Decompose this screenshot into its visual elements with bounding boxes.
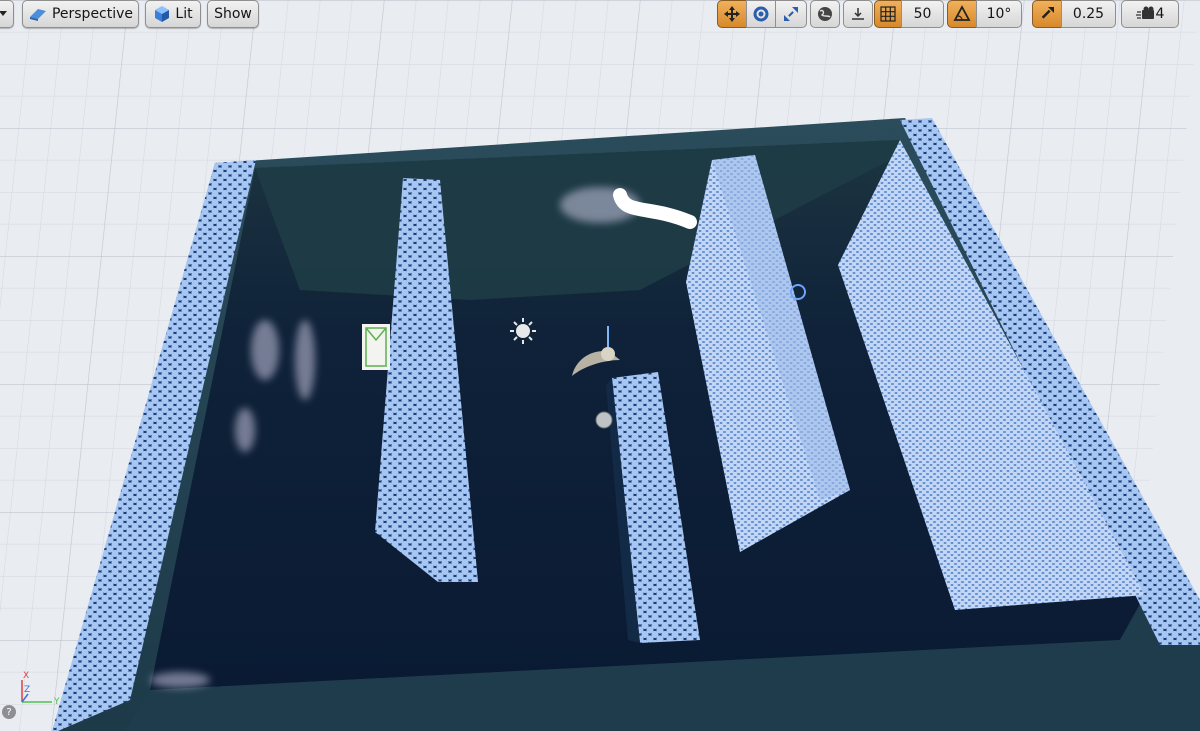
lit-label: Lit bbox=[175, 6, 193, 22]
show-label: Show bbox=[214, 6, 252, 22]
scale-snap-value-text: 0.25 bbox=[1072, 6, 1105, 22]
camera-speed-icon bbox=[1135, 6, 1154, 19]
viewport-options-button[interactable] bbox=[0, 0, 14, 28]
camera-info-icon[interactable]: ? bbox=[2, 705, 16, 719]
axis-z-label: Z bbox=[24, 685, 30, 695]
translate-tool[interactable] bbox=[717, 0, 747, 28]
rotate-icon bbox=[753, 6, 769, 22]
grid-snap-value[interactable]: 50 bbox=[901, 0, 944, 28]
axis-y-label: Y bbox=[53, 697, 60, 707]
chevron-down-icon bbox=[0, 11, 7, 16]
camera-speed-button[interactable]: 4 bbox=[1121, 0, 1179, 28]
world-space-icon bbox=[818, 7, 832, 21]
axis-x-label: X bbox=[23, 671, 29, 681]
scale-tool[interactable] bbox=[775, 0, 807, 28]
scale-icon bbox=[784, 7, 798, 21]
axis-gizmo: X Z Y bbox=[21, 671, 60, 707]
lit-button[interactable]: Lit bbox=[145, 0, 201, 28]
rotation-snap-value-text: 10° bbox=[986, 6, 1012, 22]
perspective-icon bbox=[29, 9, 46, 21]
level-viewport[interactable] bbox=[0, 0, 1200, 731]
grid-snap-value-text: 50 bbox=[913, 6, 932, 22]
light-window bbox=[362, 324, 390, 370]
surface-snap-icon bbox=[852, 8, 864, 20]
grid-snap-icon bbox=[880, 6, 896, 22]
lit-cube-icon bbox=[155, 6, 170, 22]
perspective-label: Perspective bbox=[51, 6, 134, 22]
scale-snap-toggle[interactable] bbox=[1032, 0, 1062, 28]
scale-snap-value[interactable]: 0.25 bbox=[1061, 0, 1116, 28]
sphere-icon[interactable] bbox=[595, 411, 613, 429]
camera-speed-value-text: 4 bbox=[1155, 6, 1165, 22]
show-button[interactable]: Show bbox=[207, 0, 259, 28]
rotation-snap-toggle[interactable] bbox=[947, 0, 977, 28]
grid-snap-toggle[interactable] bbox=[874, 0, 902, 28]
rotation-snap-value[interactable]: 10° bbox=[976, 0, 1022, 28]
scale-snap-icon bbox=[1041, 7, 1054, 19]
world-space-toggle[interactable] bbox=[810, 0, 840, 28]
surface-snap-toggle[interactable] bbox=[843, 0, 873, 28]
rotate-tool[interactable] bbox=[746, 0, 776, 28]
rotation-snap-icon bbox=[953, 5, 971, 21]
translate-icon bbox=[724, 6, 740, 22]
perspective-button[interactable]: Perspective bbox=[22, 0, 139, 28]
